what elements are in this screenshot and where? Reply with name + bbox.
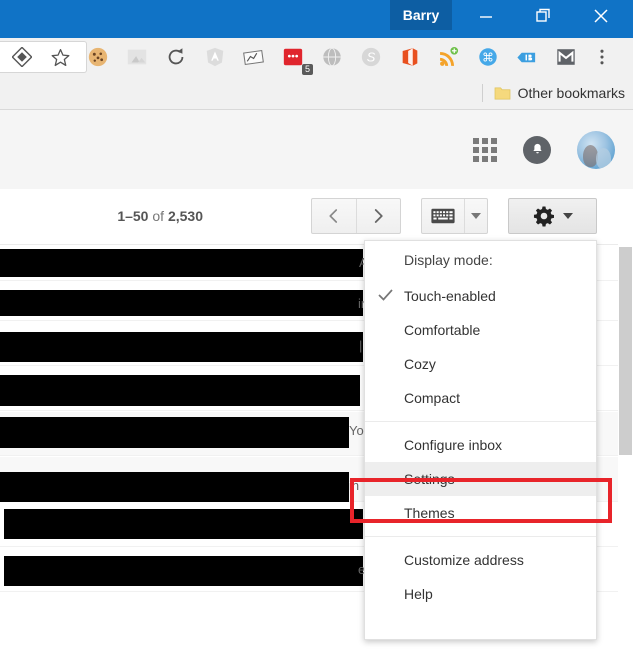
- close-button[interactable]: [578, 0, 624, 32]
- settings-gear-button[interactable]: [508, 198, 597, 234]
- settings-dropdown-menu: Display mode: Touch-enabled Comfortable Co…: [364, 240, 597, 640]
- notification-bell-icon[interactable]: [523, 135, 551, 164]
- menu-item-label: Themes: [404, 505, 455, 521]
- older-messages-button[interactable]: [355, 199, 400, 233]
- other-bookmarks-button[interactable]: Other bookmarks: [481, 76, 625, 110]
- menu-item-cozy[interactable]: Cozy: [365, 347, 596, 381]
- redaction-bar: [0, 332, 363, 362]
- gmail-header-icons: [473, 110, 615, 189]
- svg-text:⌘: ⌘: [482, 51, 494, 65]
- other-bookmarks-row: Other bookmarks: [0, 76, 633, 110]
- message-count: 1–50 of 2,530: [117, 208, 203, 224]
- menu-item-label: Compact: [404, 390, 461, 406]
- redaction-bar: [4, 509, 363, 539]
- menu-item-label: Settings: [404, 471, 455, 487]
- gmail-m-icon[interactable]: [546, 40, 585, 74]
- svg-text:S: S: [366, 50, 375, 65]
- menu-item-customize-address[interactable]: Customize address: [365, 543, 596, 577]
- browser-toolbar: 5 S ⌘: [0, 38, 633, 76]
- menu-item-compact[interactable]: Compact: [365, 381, 596, 415]
- menu-item-help[interactable]: Help: [365, 577, 596, 611]
- keyboard-dropdown-arrow-icon[interactable]: [464, 199, 487, 233]
- screenshot-icon[interactable]: [234, 40, 273, 74]
- rss-feed-icon[interactable]: [429, 40, 468, 74]
- gear-icon: [533, 206, 554, 227]
- chrome-profile-button[interactable]: Barry: [390, 0, 452, 30]
- redaction-bar: [0, 472, 349, 502]
- menu-item-label: Help: [404, 586, 433, 602]
- newer-messages-button[interactable]: [312, 199, 356, 233]
- redaction-bar: [0, 249, 363, 277]
- menu-item-label: Customize address: [404, 552, 524, 568]
- chrome-profile-label: Barry: [402, 7, 440, 23]
- redaction-bar: [0, 290, 363, 316]
- settings-dropdown-arrow-icon: [562, 212, 573, 219]
- omnibox-actions-group: [0, 40, 87, 74]
- message-snippet: Yo: [349, 423, 364, 438]
- menu-item-label: Touch-enabled: [404, 288, 496, 304]
- omnibox-badge-icon[interactable]: [2, 40, 41, 74]
- menu-item-comfortable[interactable]: Comfortable: [365, 313, 596, 347]
- checkmark-icon: [378, 288, 393, 304]
- keyboard-input-group: [421, 198, 488, 234]
- extension-icons-row: 5 S ⌘: [78, 40, 619, 75]
- skype-icon[interactable]: S: [351, 40, 390, 74]
- redaction-bar: [0, 417, 349, 448]
- menu-item-label: Configure inbox: [404, 437, 503, 453]
- menu-item-settings[interactable]: Settings: [365, 462, 596, 496]
- gmail-header-bar: [0, 110, 633, 189]
- menu-item-label: Comfortable: [404, 322, 481, 338]
- tag-icon[interactable]: [507, 40, 546, 74]
- keyboard-icon[interactable]: [422, 199, 464, 233]
- redaction-bar: [4, 556, 363, 586]
- count-range: 1–50: [117, 208, 149, 224]
- menu-item-label: Cozy: [404, 356, 436, 372]
- omnibox-right-actions: [0, 41, 87, 73]
- message-snippet: |: [359, 338, 363, 353]
- message-snippet: in: [349, 478, 360, 493]
- pagination-group: [311, 198, 401, 234]
- command-key-icon[interactable]: ⌘: [468, 40, 507, 74]
- menu-separator: [365, 421, 596, 422]
- menu-item-themes[interactable]: Themes: [365, 496, 596, 530]
- apps-grid-icon[interactable]: [473, 137, 497, 162]
- chrome-menu-icon[interactable]: [585, 40, 619, 74]
- bookmark-star-icon[interactable]: [41, 40, 80, 74]
- menu-item-touch-enabled[interactable]: Touch-enabled: [365, 279, 596, 313]
- display-mode-header: Display mode:: [404, 252, 493, 268]
- refresh-circle-icon[interactable]: [156, 40, 195, 74]
- minimize-button[interactable]: [463, 0, 509, 32]
- angular-icon[interactable]: [195, 40, 234, 74]
- cookie-icon[interactable]: [78, 40, 117, 74]
- count-middle: of: [148, 208, 168, 224]
- office-icon[interactable]: [390, 40, 429, 74]
- restore-button[interactable]: [520, 0, 566, 32]
- settings-menu-items: Touch-enabled Comfortable Cozy Compact Confi…: [365, 279, 596, 611]
- count-total: 2,530: [167, 208, 203, 224]
- page-scrollbar-thumb[interactable]: [619, 247, 632, 455]
- menu-separator: [365, 536, 596, 537]
- other-bookmarks-label: Other bookmarks: [517, 85, 625, 101]
- app-root: Barry 5 S ⌘ Other bookmarks 1–50 of 2,53…: [0, 0, 633, 655]
- redaction-bar: [0, 375, 360, 406]
- account-avatar[interactable]: [577, 130, 615, 169]
- bookmark-separator: [481, 84, 483, 102]
- folder-icon: [494, 87, 510, 99]
- globe-icon[interactable]: [312, 40, 351, 74]
- pocket-icon[interactable]: 5: [273, 40, 313, 75]
- menu-item-configure-inbox[interactable]: Configure inbox: [365, 428, 596, 462]
- window-title-bar: Barry: [0, 0, 633, 38]
- cloud-image-icon[interactable]: [117, 40, 156, 74]
